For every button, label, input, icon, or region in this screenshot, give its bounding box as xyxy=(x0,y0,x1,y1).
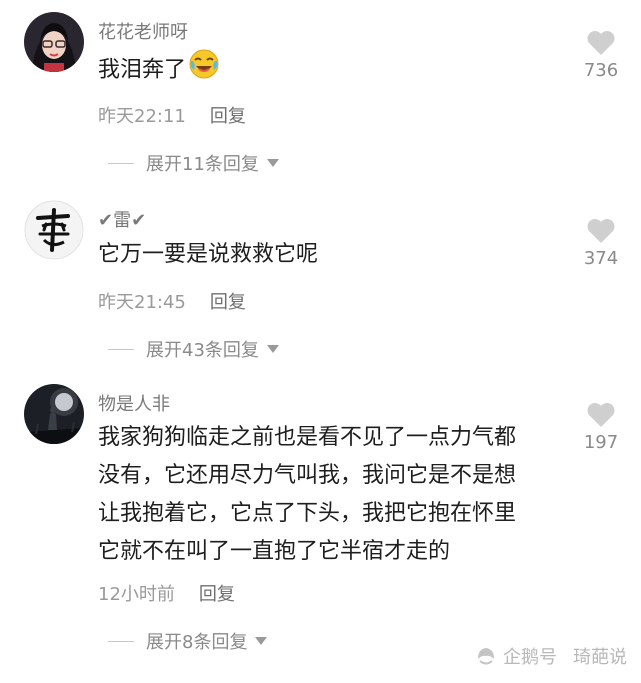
timestamp: 12小时前 xyxy=(98,584,175,605)
comment-text-content: 它万一要是说救救它呢 xyxy=(98,242,319,267)
expand-replies-button[interactable]: 展开11条回复 xyxy=(108,150,279,176)
comment-text-line: 没有，它还用尽力气叫我，我问它是不是想 xyxy=(98,463,517,488)
expand-replies-label: 展开11条回复 xyxy=(146,154,259,175)
watermark-source: 企鹅号 xyxy=(503,647,557,668)
divider-line xyxy=(108,640,134,642)
comment-text-line: 它就不在叫了一直抱了它半宿才走的 xyxy=(98,539,451,564)
username[interactable]: 物是人非 xyxy=(98,390,170,416)
timestamp: 昨天21:45 xyxy=(98,292,186,313)
chevron-down-icon xyxy=(266,159,279,167)
like-count: 736 xyxy=(583,60,619,81)
heart-icon xyxy=(587,219,615,243)
comment-3: 物是人非 我家狗狗临走之前也是看不见了一点力气都 没有，它还用尽力气叫我，我问它… xyxy=(0,378,641,683)
comment-text: 我泪奔了 xyxy=(98,48,220,93)
comment-meta: 12小时前 回复 xyxy=(98,580,235,606)
divider-line xyxy=(108,162,134,164)
username[interactable]: 花花老师呀 xyxy=(98,18,188,44)
like-count: 374 xyxy=(583,248,619,269)
comment-meta: 昨天22:11 回复 xyxy=(98,102,246,128)
comment-2: ✔雷✔ 它万一要是说救救它呢 昨天21:45 回复 展开43条回复 374 xyxy=(0,190,641,370)
expand-replies-label: 展开43条回复 xyxy=(146,340,259,361)
comment-text: 它万一要是说救救它呢 xyxy=(98,236,318,274)
expand-replies-button[interactable]: 展开43条回复 xyxy=(108,336,279,362)
divider-line xyxy=(108,348,134,350)
expand-replies-button[interactable]: 展开8条回复 xyxy=(108,628,268,654)
comment-meta: 昨天21:45 回复 xyxy=(98,288,246,314)
username[interactable]: ✔雷✔ xyxy=(98,206,146,232)
chevron-down-icon xyxy=(255,637,268,645)
like-button[interactable]: 736 xyxy=(578,30,624,81)
heart-icon xyxy=(587,403,615,427)
comment-text: 我家狗狗临走之前也是看不见了一点力气都 没有，它还用尽力气叫我，我问它是不是想 … xyxy=(98,419,516,571)
like-button[interactable]: 374 xyxy=(578,218,624,269)
comment-1: 花花老师呀 我泪奔了 昨天22:11 回复 展开11条回复 736 xyxy=(0,0,641,190)
timestamp: 昨天22:11 xyxy=(98,106,186,127)
avatar[interactable] xyxy=(24,200,84,260)
watermark-author: 琦葩说 xyxy=(573,647,627,668)
like-count: 197 xyxy=(583,432,619,453)
like-button[interactable]: 197 xyxy=(578,402,624,453)
comment-text-line: 我家狗狗临走之前也是看不见了一点力气都 xyxy=(98,425,517,450)
reply-button[interactable]: 回复 xyxy=(199,580,235,606)
chevron-down-icon xyxy=(266,345,279,353)
reply-button[interactable]: 回复 xyxy=(210,102,246,128)
comment-text-line: 让我抱着它，它点了下头，我把它抱在怀里 xyxy=(98,501,517,526)
expand-replies-label: 展开8条回复 xyxy=(146,632,248,653)
avatar[interactable] xyxy=(24,384,84,444)
avatar[interactable] xyxy=(24,12,84,72)
watermark: 企鹅号 琦葩说 xyxy=(475,643,627,669)
reply-button[interactable]: 回复 xyxy=(210,288,246,314)
comment-text-content: 我泪奔了 xyxy=(98,57,187,83)
heart-icon xyxy=(587,31,615,55)
crying-laughing-emoji-icon xyxy=(188,48,220,93)
penguin-icon xyxy=(478,648,494,665)
